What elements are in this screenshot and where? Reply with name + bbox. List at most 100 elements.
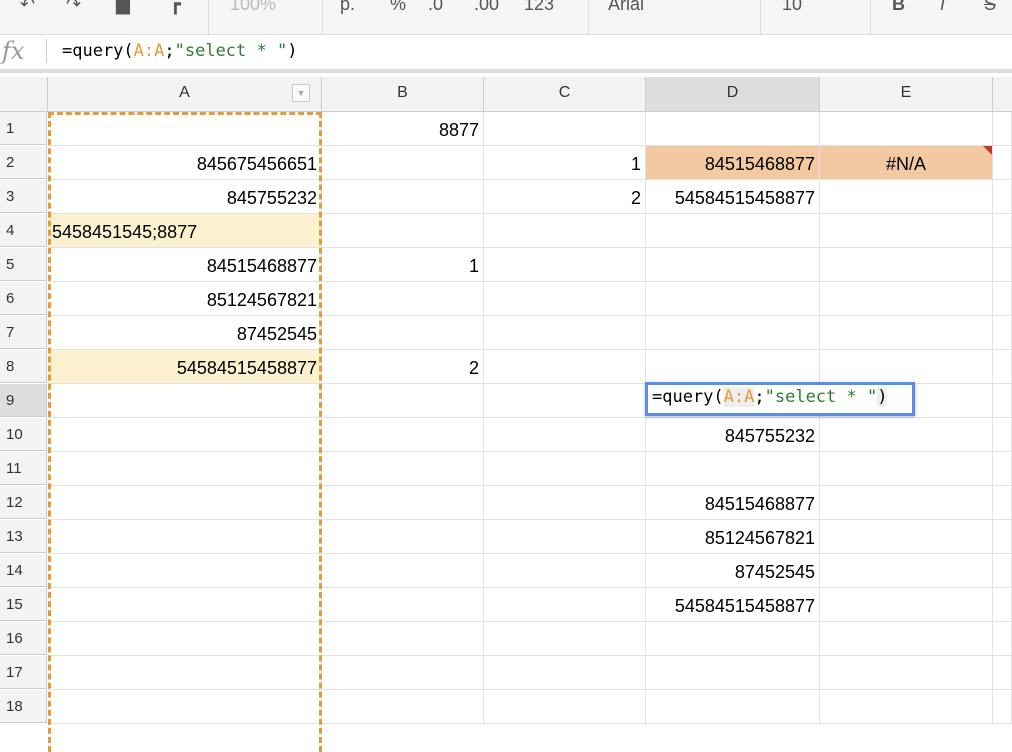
strikethrough-button[interactable]: S: [984, 0, 996, 15]
cell-E8[interactable]: [820, 350, 993, 384]
cell-F2[interactable]: [993, 146, 1012, 180]
cell-F1[interactable]: [993, 112, 1012, 146]
cell-F17[interactable]: [993, 656, 1012, 690]
cell-B1[interactable]: 8877: [322, 112, 484, 146]
row-header-8[interactable]: 8: [0, 350, 47, 383]
cell-C7[interactable]: [484, 316, 646, 350]
cell-E15[interactable]: [820, 588, 993, 622]
font-select[interactable]: Arial: [608, 0, 644, 15]
cell-D2[interactable]: 84515468877: [646, 146, 820, 180]
cell-A8[interactable]: 54584515458877: [48, 350, 322, 384]
cell-A7[interactable]: 87452545: [48, 316, 322, 350]
row-header-11[interactable]: 11: [0, 452, 47, 485]
cell-F9[interactable]: [993, 384, 1012, 418]
cell-A4[interactable]: 5458451545;8877: [48, 214, 322, 248]
column-header-A[interactable]: A: [48, 77, 322, 111]
undo-icon[interactable]: ↶: [20, 0, 35, 15]
cell-F16[interactable]: [993, 622, 1012, 656]
row-header-6[interactable]: 6: [0, 282, 47, 315]
cell-A9[interactable]: [48, 384, 322, 418]
cell-D11[interactable]: [646, 452, 820, 486]
cell-C17[interactable]: [484, 656, 646, 690]
cell-A12[interactable]: [48, 486, 322, 520]
currency-button[interactable]: p.: [340, 0, 355, 15]
select-all-corner[interactable]: [0, 77, 48, 111]
cell-B10[interactable]: [322, 418, 484, 452]
cell-E2[interactable]: #N/A: [820, 146, 993, 180]
cell-E14[interactable]: [820, 554, 993, 588]
cell-E13[interactable]: [820, 520, 993, 554]
cell-D12[interactable]: 84515468877: [646, 486, 820, 520]
filter-dropdown-icon[interactable]: ▼: [292, 84, 310, 102]
row-header-4[interactable]: 4: [0, 214, 47, 247]
row-header-2[interactable]: 2: [0, 146, 47, 179]
cell-F14[interactable]: [993, 554, 1012, 588]
cell-A6[interactable]: 85124567821: [48, 282, 322, 316]
cell-C12[interactable]: [484, 486, 646, 520]
decrease-decimal-button[interactable]: .0: [428, 0, 443, 15]
cell-A15[interactable]: [48, 588, 322, 622]
cell-B3[interactable]: [322, 180, 484, 214]
column-header-extra[interactable]: [993, 77, 1012, 111]
cell-F10[interactable]: [993, 418, 1012, 452]
cell-B12[interactable]: [322, 486, 484, 520]
cell-D5[interactable]: [646, 248, 820, 282]
formula-input[interactable]: =query(A:A;"select * "): [62, 41, 297, 61]
cell-D3[interactable]: 54584515458877: [646, 180, 820, 214]
cell-E1[interactable]: [820, 112, 993, 146]
cell-D18[interactable]: [646, 690, 820, 724]
row-header-15[interactable]: 15: [0, 588, 47, 621]
redo-icon[interactable]: ↷: [66, 0, 81, 15]
cell-F3[interactable]: [993, 180, 1012, 214]
column-header-B[interactable]: B: [322, 77, 484, 111]
cell-D7[interactable]: [646, 316, 820, 350]
cell-D13[interactable]: 85124567821: [646, 520, 820, 554]
cell-E18[interactable]: [820, 690, 993, 724]
cell-D6[interactable]: [646, 282, 820, 316]
cell-B15[interactable]: [322, 588, 484, 622]
cell-C3[interactable]: 2: [484, 180, 646, 214]
cell-B11[interactable]: [322, 452, 484, 486]
cell-F12[interactable]: [993, 486, 1012, 520]
cell-D17[interactable]: [646, 656, 820, 690]
cell-B8[interactable]: 2: [322, 350, 484, 384]
cell-B5[interactable]: 1: [322, 248, 484, 282]
cell-C13[interactable]: [484, 520, 646, 554]
row-header-1[interactable]: 1: [0, 112, 47, 145]
cell-C6[interactable]: [484, 282, 646, 316]
cell-F8[interactable]: [993, 350, 1012, 384]
cell-E3[interactable]: [820, 180, 993, 214]
row-header-13[interactable]: 13: [0, 520, 47, 553]
cell-A16[interactable]: [48, 622, 322, 656]
percent-button[interactable]: %: [390, 0, 406, 15]
cell-A3[interactable]: 845755232: [48, 180, 322, 214]
cell-A14[interactable]: [48, 554, 322, 588]
cell-B17[interactable]: [322, 656, 484, 690]
font-size-select[interactable]: 10: [782, 0, 802, 15]
cell-C9[interactable]: [484, 384, 646, 418]
cell-F5[interactable]: [993, 248, 1012, 282]
cell-B7[interactable]: [322, 316, 484, 350]
print-icon[interactable]: ▆: [116, 0, 130, 15]
cell-E17[interactable]: [820, 656, 993, 690]
paint-format-icon[interactable]: ┏: [170, 0, 181, 15]
cell-E16[interactable]: [820, 622, 993, 656]
column-header-E[interactable]: E: [820, 77, 993, 111]
cell-C11[interactable]: [484, 452, 646, 486]
row-header-18[interactable]: 18: [0, 690, 47, 723]
cell-F7[interactable]: [993, 316, 1012, 350]
row-header-16[interactable]: 16: [0, 622, 47, 655]
column-header-C[interactable]: C: [484, 77, 646, 111]
cell-A10[interactable]: [48, 418, 322, 452]
cell-C10[interactable]: [484, 418, 646, 452]
cell-C5[interactable]: [484, 248, 646, 282]
cell-E11[interactable]: [820, 452, 993, 486]
cell-F18[interactable]: [993, 690, 1012, 724]
row-header-14[interactable]: 14: [0, 554, 47, 587]
cell-C18[interactable]: [484, 690, 646, 724]
cell-C4[interactable]: [484, 214, 646, 248]
row-header-7[interactable]: 7: [0, 316, 47, 349]
cell-D8[interactable]: [646, 350, 820, 384]
cell-A1[interactable]: [48, 112, 322, 146]
column-header-D[interactable]: D: [646, 77, 820, 111]
